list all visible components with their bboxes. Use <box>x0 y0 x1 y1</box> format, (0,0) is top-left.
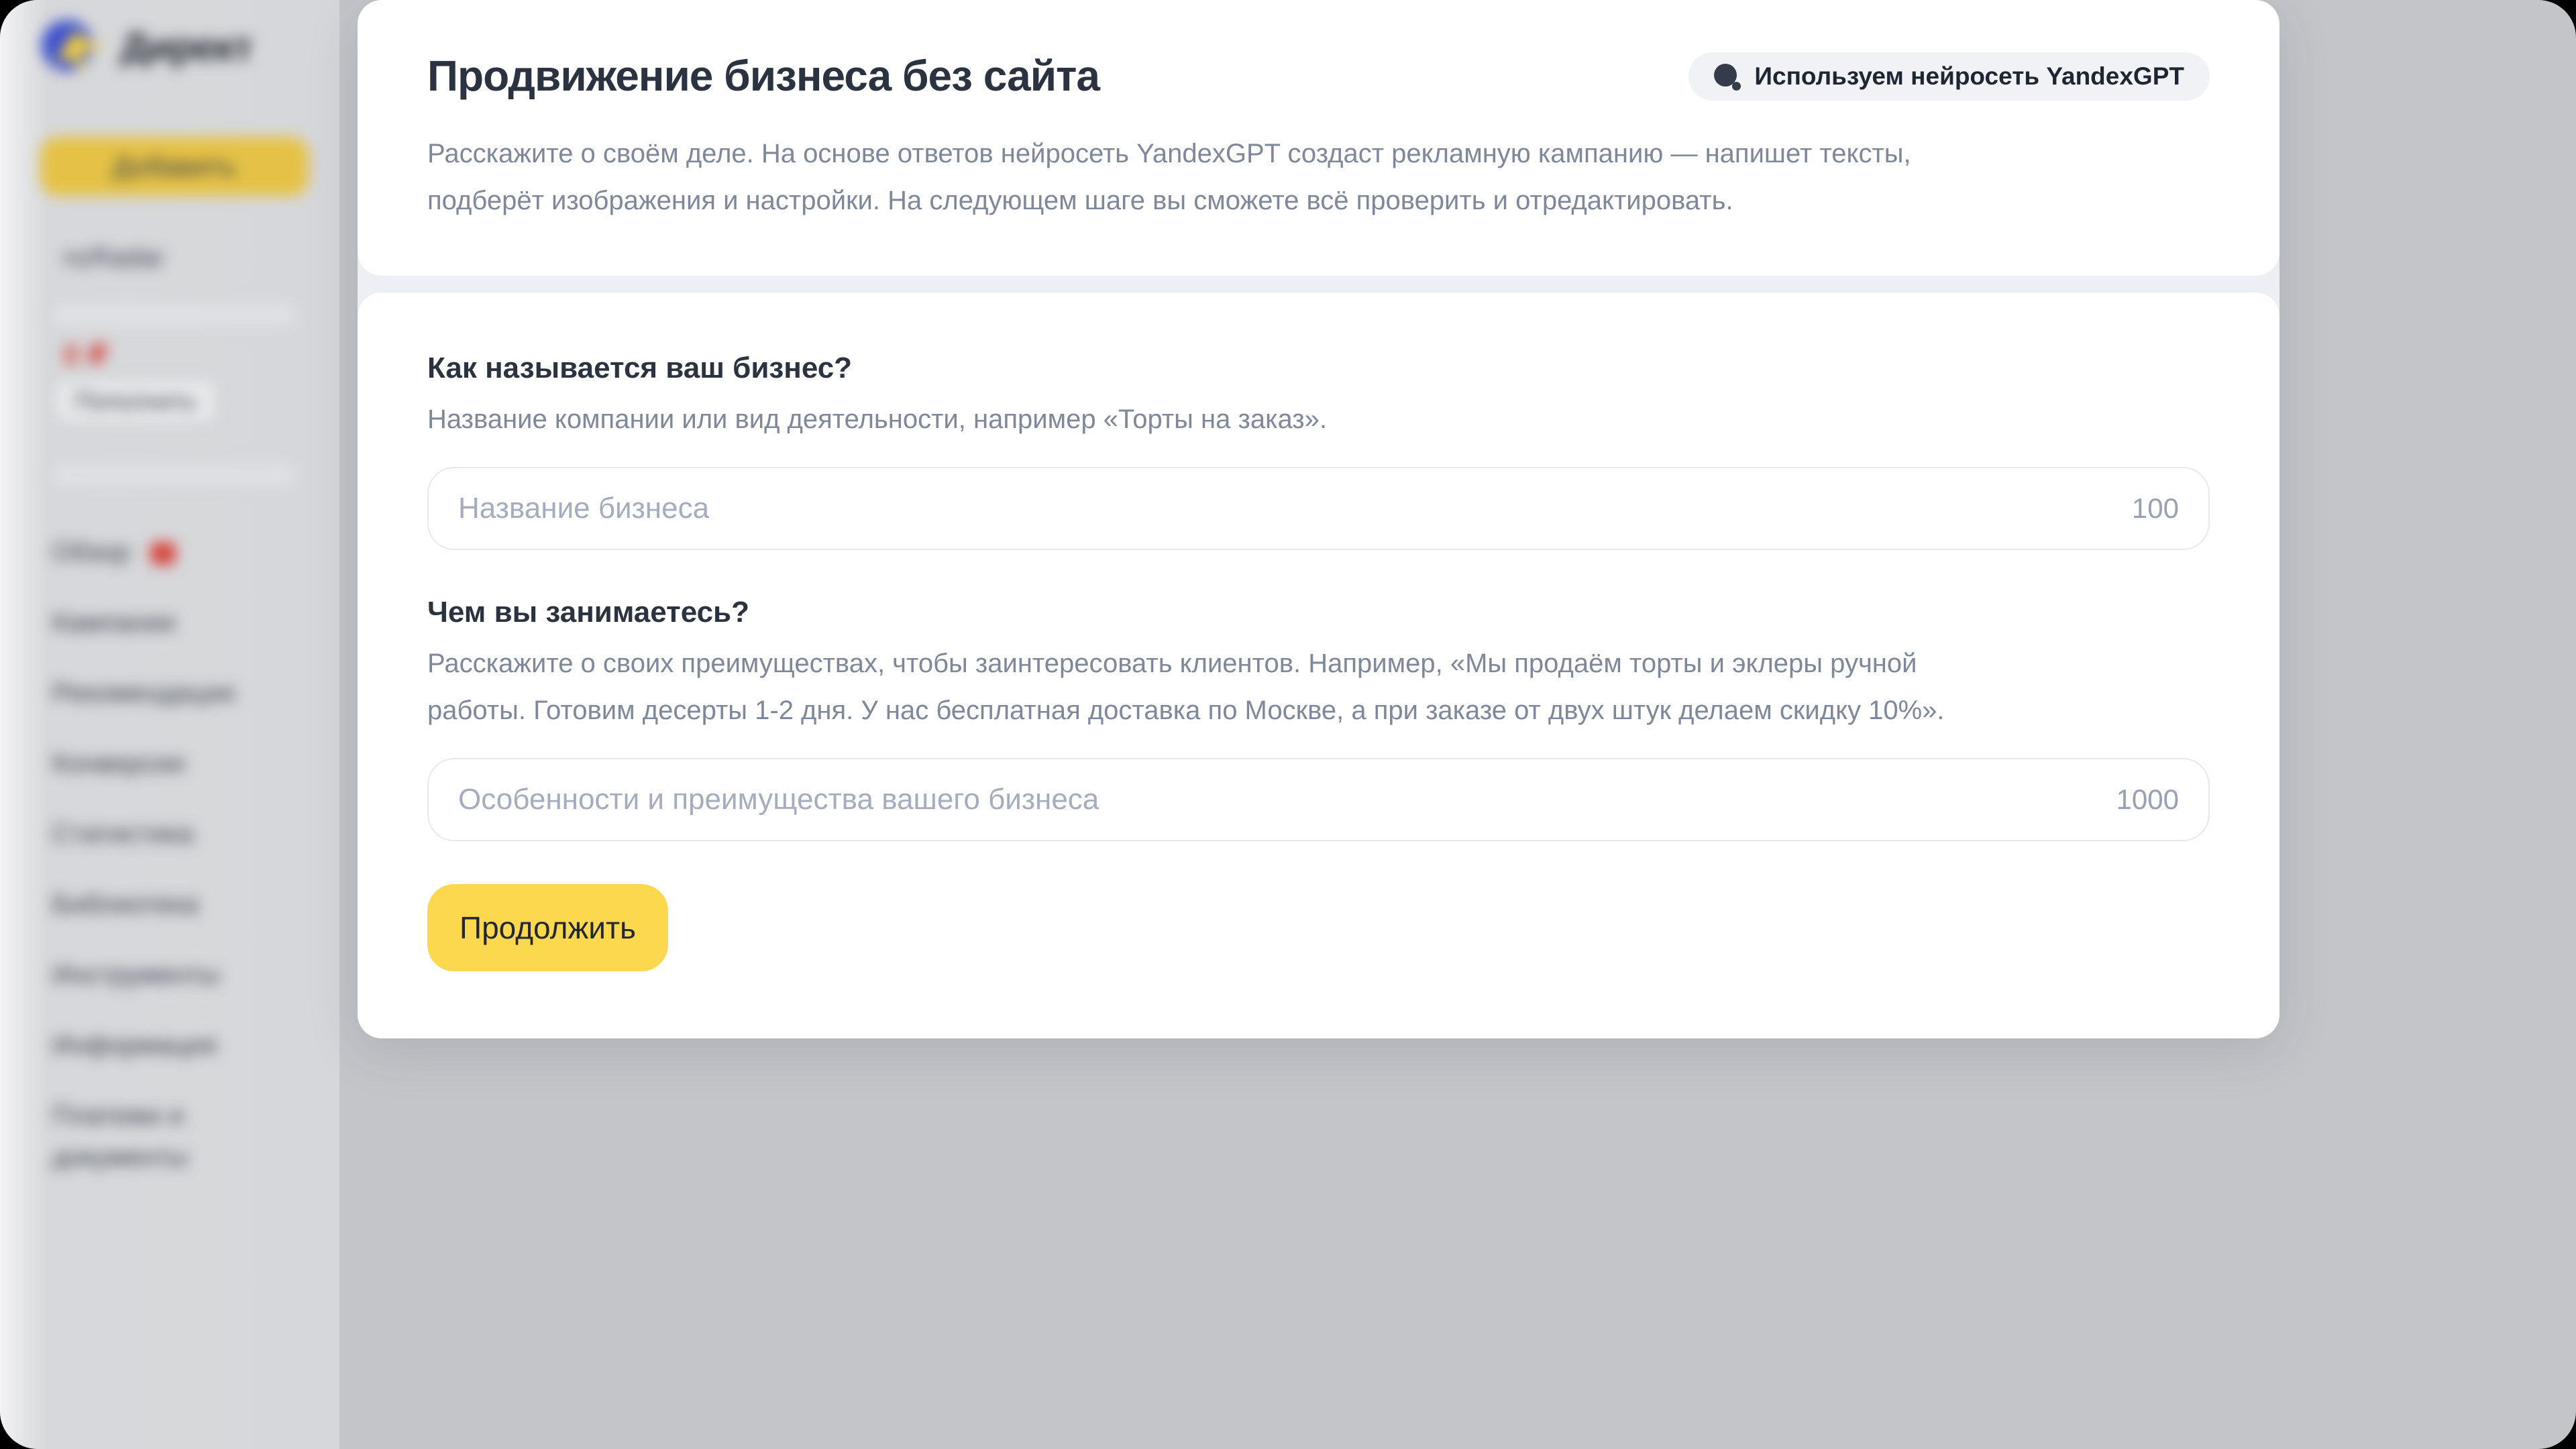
brand-name: Директ <box>121 25 252 70</box>
char-counter: 100 <box>2132 492 2179 525</box>
business-activity-hint: Расскажите о своих преимуществах, чтобы … <box>427 640 2210 734</box>
yandexgpt-badge: Используем нейросеть YandexGPT <box>1688 52 2210 101</box>
wizard-form-card: Как называется ваш бизнес? Название комп… <box>358 292 2279 1038</box>
business-name-label: Как называется ваш бизнес? <box>427 352 2210 385</box>
sidebar-username[interactable]: nzRadar <box>63 243 164 273</box>
alert-badge <box>150 542 176 565</box>
business-activity-input[interactable] <box>427 758 2210 841</box>
sidebar-item-statistics[interactable]: Статистика <box>52 818 235 849</box>
brand-logo[interactable]: Директ <box>40 17 252 76</box>
business-name-input[interactable] <box>427 467 2210 550</box>
add-campaign-button[interactable]: Добавить <box>40 137 309 196</box>
sidebar-blurred-content: Директ Добавить nzRadar 0 ₽ Пополнить Об… <box>0 0 339 1449</box>
business-name-input-wrap: 100 <box>427 467 2210 550</box>
business-name-question: Как называется ваш бизнес? Название комп… <box>427 352 2210 550</box>
business-activity-label: Чем вы занимаетесь? <box>427 596 2210 629</box>
business-activity-hint-line1: Расскажите о своих преимуществах, чтобы … <box>427 640 2210 687</box>
campaign-wizard-modal: Продвижение бизнеса без сайта Используем… <box>358 0 2279 1038</box>
char-counter: 1000 <box>2116 784 2179 816</box>
wizard-description-line1: Расскажите о своём деле. На основе ответ… <box>427 130 2210 177</box>
sidebar-item-label: Обзор <box>52 537 130 567</box>
sidebar: Директ Добавить nzRadar 0 ₽ Пополнить Об… <box>0 0 339 1449</box>
sidebar-divider <box>51 464 297 486</box>
sidebar-item-overview[interactable]: Обзор <box>52 537 235 568</box>
business-activity-input-wrap: 1000 <box>427 758 2210 841</box>
sidebar-divider <box>51 303 297 327</box>
sidebar-menu: Обзор Кампании Рекомендации Конверсии Ст… <box>52 537 235 1218</box>
page-title: Продвижение бизнеса без сайта <box>427 51 1099 101</box>
app-screen: Директ Добавить nzRadar 0 ₽ Пополнить Об… <box>0 0 2576 1449</box>
account-balance: 0 ₽ <box>63 338 108 372</box>
yandexgpt-badge-label: Используем нейросеть YandexGPT <box>1754 62 2184 91</box>
wizard-description-line2: подберёт изображения и настройки. На сле… <box>427 177 2210 224</box>
wizard-description: Расскажите о своём деле. На основе ответ… <box>427 130 2210 224</box>
business-name-hint: Название компании или вид деятельности, … <box>427 396 2210 443</box>
sidebar-item-library[interactable]: Библиотека <box>52 889 235 920</box>
yandex-direct-logo-icon <box>40 17 107 76</box>
sidebar-item-conversions[interactable]: Конверсии <box>52 748 235 779</box>
sidebar-item-tools[interactable]: Инструменты <box>52 959 235 990</box>
yandexgpt-icon <box>1714 64 1739 89</box>
topup-button[interactable]: Пополнить <box>55 380 216 423</box>
business-activity-hint-line2: работы. Готовим десерты 1-2 дня. У нас б… <box>427 687 2210 734</box>
wizard-header-card: Продвижение бизнеса без сайта Используем… <box>358 0 2279 276</box>
sidebar-item-information[interactable]: Информация <box>52 1030 235 1061</box>
sidebar-item-payments[interactable]: Платежи и документы <box>52 1095 227 1178</box>
business-activity-question: Чем вы занимаетесь? Расскажите о своих п… <box>427 596 2210 841</box>
sidebar-item-campaigns[interactable]: Кампании <box>52 607 235 638</box>
continue-button[interactable]: Продолжить <box>427 884 668 971</box>
sidebar-item-recommendations[interactable]: Рекомендации <box>52 678 235 708</box>
